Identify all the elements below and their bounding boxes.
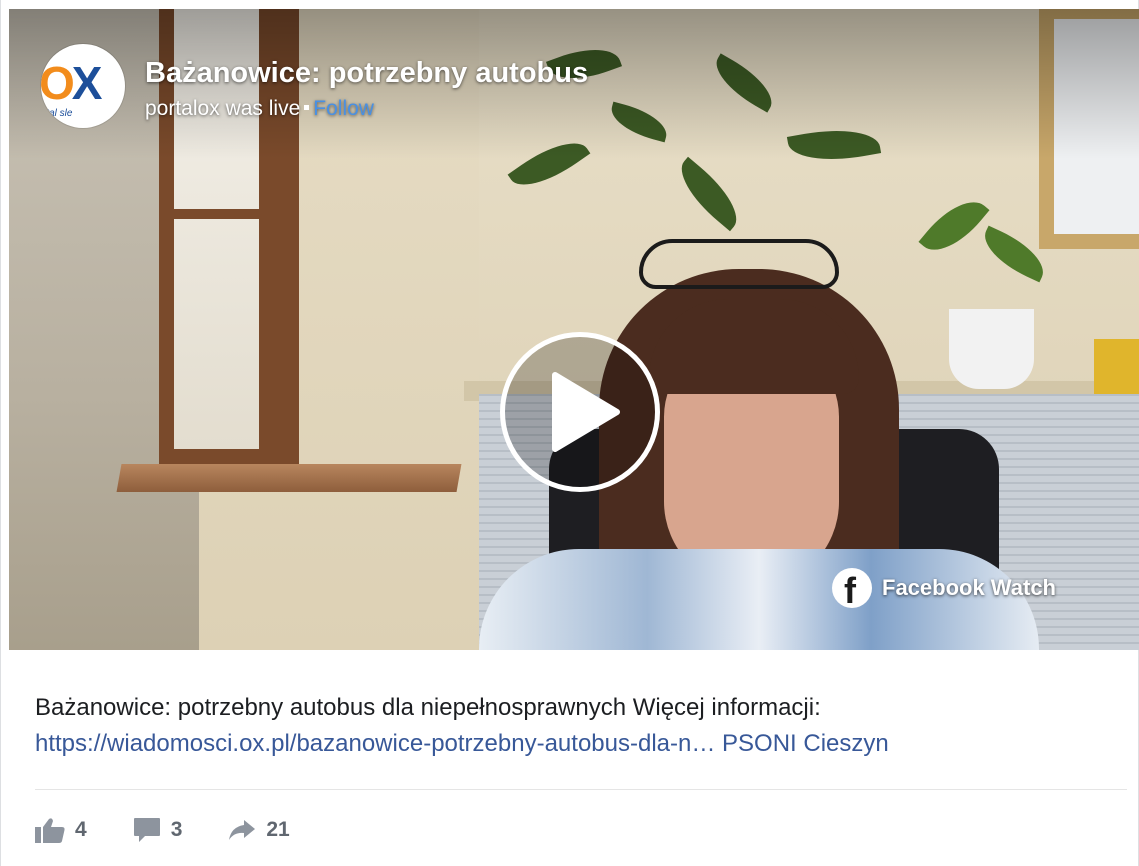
divider <box>35 789 1127 790</box>
post-description: Bażanowice: potrzebny autobus dla niepeł… <box>35 690 1125 762</box>
video-frame-box <box>1094 339 1139 394</box>
video-title[interactable]: Bażanowice: potrzebny autobus <box>145 57 588 90</box>
comment-icon <box>133 818 160 842</box>
facebook-logo-icon: f <box>832 568 872 611</box>
share-icon <box>229 820 256 840</box>
separator-dot <box>304 104 310 110</box>
facebook-watch-link[interactable]: f Facebook Watch <box>832 566 1056 611</box>
comment-count-button[interactable]: 3 <box>133 817 183 843</box>
like-icon <box>35 818 65 843</box>
like-count: 4 <box>75 818 87 841</box>
play-icon <box>552 372 620 452</box>
video-frame-sill <box>116 464 462 492</box>
share-count: 21 <box>266 818 290 841</box>
video-frame-pot <box>949 309 1034 389</box>
author-name[interactable]: portalox <box>145 97 220 120</box>
video-subline: portalox was live Follow <box>145 97 374 121</box>
play-button[interactable] <box>500 332 660 492</box>
video-post-card: OX rtal sle Bażanowice: potrzebny autobu… <box>0 0 1139 866</box>
facebook-watch-label: Facebook Watch <box>882 575 1056 600</box>
avatar-logo-subtext: rtal sle <box>43 108 73 119</box>
description-text: Bażanowice: potrzebny autobus dla niepeł… <box>35 694 821 721</box>
tag-link[interactable]: PSONI Cieszyn <box>722 730 889 757</box>
live-status: was live <box>225 97 301 120</box>
video-frame-glasses <box>639 239 839 289</box>
article-link[interactable]: https://wiadomosci.ox.pl/bazanowice-potr… <box>35 730 715 757</box>
avatar-logo: OX <box>41 57 102 109</box>
comment-count: 3 <box>170 818 183 841</box>
like-count-button[interactable]: 4 <box>35 817 87 843</box>
follow-link[interactable]: Follow <box>313 97 374 120</box>
page-avatar[interactable]: OX rtal sle <box>41 44 125 128</box>
engagement-stats: 4 3 21 <box>35 815 336 845</box>
share-count-button[interactable]: 21 <box>228 818 290 842</box>
video-frame-window <box>174 209 259 219</box>
video-player[interactable]: OX rtal sle Bażanowice: potrzebny autobu… <box>9 9 1139 650</box>
